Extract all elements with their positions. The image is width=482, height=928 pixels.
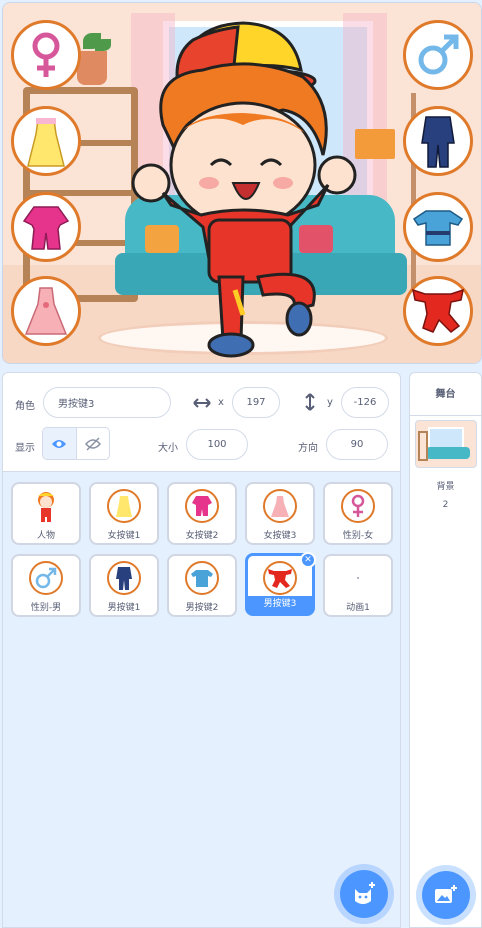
boy-character-icon — [29, 489, 63, 523]
x-label: x — [218, 397, 224, 408]
sprite-name-value: 男按键3 — [58, 399, 95, 410]
red-tracksuit-icon — [412, 288, 464, 333]
yellow-dress-icon — [27, 118, 65, 167]
sprite-tile-girl-button-1[interactable]: 女按键1 — [89, 482, 159, 545]
female-gender-button[interactable] — [11, 20, 81, 90]
sprite-tile-label: 性别-男 — [30, 603, 62, 613]
show-sprite-button[interactable] — [43, 428, 77, 459]
sprite-tile-label: 女按键2 — [185, 531, 219, 541]
sprite-tile-label: 女按键1 — [107, 531, 141, 541]
show-label: 显示 — [15, 443, 35, 454]
direction-value: 90 — [350, 439, 364, 450]
sprite-tile-label: 性别-女 — [342, 531, 374, 541]
blue-robe-icon — [185, 561, 219, 595]
eye-slash-icon — [84, 436, 101, 451]
sprite-tile-label: 男按键2 — [185, 603, 219, 613]
horizontal-arrows-icon — [193, 398, 211, 408]
sprite-tile-label: 女按键3 — [263, 531, 297, 541]
pink-outfit-icon — [22, 206, 70, 250]
sprite-tile-gender-female[interactable]: 性别-女 — [323, 482, 393, 545]
male-symbol-icon — [418, 34, 459, 75]
sprite-tile-label: 男按键3 — [248, 596, 312, 613]
stage-target-panel: 舞台 背景 2 — [409, 372, 482, 928]
yellow-dress-icon — [107, 489, 141, 523]
pink-gown-icon — [24, 287, 68, 335]
x-input[interactable]: 197 — [232, 387, 280, 418]
blue-robe-icon — [412, 210, 464, 246]
close-icon: ✕ — [304, 554, 312, 565]
x-value: 197 — [246, 397, 266, 408]
delete-sprite-button[interactable]: ✕ — [300, 552, 316, 568]
pink-gown-icon — [263, 489, 297, 523]
sprite-tile-girl-button-3[interactable]: 女按键3 — [245, 482, 315, 545]
sprite-tile-label: 动画1 — [346, 603, 370, 613]
sprite-tile-character[interactable]: 人物 — [11, 482, 81, 545]
y-label: y — [327, 397, 333, 408]
vertical-arrows-icon — [305, 393, 315, 411]
backdrop-count: 2 — [442, 500, 449, 510]
sprite-tile-boy-button-1[interactable]: 男按键1 — [89, 554, 159, 617]
sprite-tile-label: 男按键1 — [107, 603, 141, 613]
eye-icon — [52, 439, 67, 448]
size-label: 大小 — [158, 443, 178, 454]
editor-root: 角色 男按键3 x 197 y -126 显示 大小 100 方向 90 人物 — [0, 0, 482, 928]
add-sprite-button[interactable] — [340, 870, 388, 918]
y-input[interactable]: -126 — [341, 387, 389, 418]
boy-character[interactable] — [123, 15, 363, 360]
blank-icon — [341, 561, 375, 595]
y-value: -126 — [353, 397, 377, 408]
sprite-tile-label: 人物 — [36, 531, 55, 541]
male-gender-button[interactable] — [403, 20, 473, 90]
size-value: 100 — [207, 439, 227, 450]
backdrop-thumbnail[interactable] — [415, 420, 477, 468]
blue-robe-button[interactable] — [403, 192, 473, 262]
sprite-tile-girl-button-2[interactable]: 女按键2 — [167, 482, 237, 545]
female-symbol-icon — [32, 32, 60, 77]
hide-sprite-button[interactable] — [77, 428, 110, 459]
pink-gown-button[interactable] — [11, 276, 81, 346]
red-tracksuit-button[interactable] — [403, 276, 473, 346]
stage-panel-title: 舞台 — [410, 373, 481, 416]
pink-outfit-icon — [185, 489, 219, 523]
sprite-tile-boy-button-3[interactable]: 男按键3 ✕ — [245, 552, 316, 616]
male-symbol-icon — [29, 561, 63, 595]
pink-outfit-button[interactable] — [11, 192, 81, 262]
direction-label: 方向 — [298, 443, 318, 454]
stage-canvas[interactable] — [2, 2, 482, 364]
female-symbol-icon — [341, 489, 375, 523]
add-backdrop-button[interactable] — [422, 871, 470, 919]
sprite-list-panel: 人物 女按键1 女按键2 女按键3 性别-女 性别-男 男按键1 男按键2 男按… — [2, 472, 401, 928]
sprite-name-label: 角色 — [15, 401, 35, 412]
yellow-dress-button[interactable] — [11, 106, 81, 176]
sprite-tile-animation-1[interactable]: 动画1 — [323, 554, 393, 617]
backdrop-label: 背景 — [436, 482, 455, 492]
red-tracksuit-icon — [263, 561, 297, 595]
sprite-tile-gender-male[interactable]: 性别-男 — [11, 554, 81, 617]
image-add-icon — [435, 885, 457, 903]
cat-add-icon — [355, 882, 375, 904]
sprite-name-input[interactable]: 男按键3 — [43, 387, 171, 418]
size-input[interactable]: 100 — [186, 429, 248, 460]
navy-suit-icon — [421, 116, 455, 168]
navy-suit-icon — [107, 561, 141, 595]
sprite-tile-boy-button-2[interactable]: 男按键2 — [167, 554, 237, 617]
direction-input[interactable]: 90 — [326, 429, 388, 460]
navy-suit-button[interactable] — [403, 106, 473, 176]
visibility-toggle — [42, 427, 110, 460]
